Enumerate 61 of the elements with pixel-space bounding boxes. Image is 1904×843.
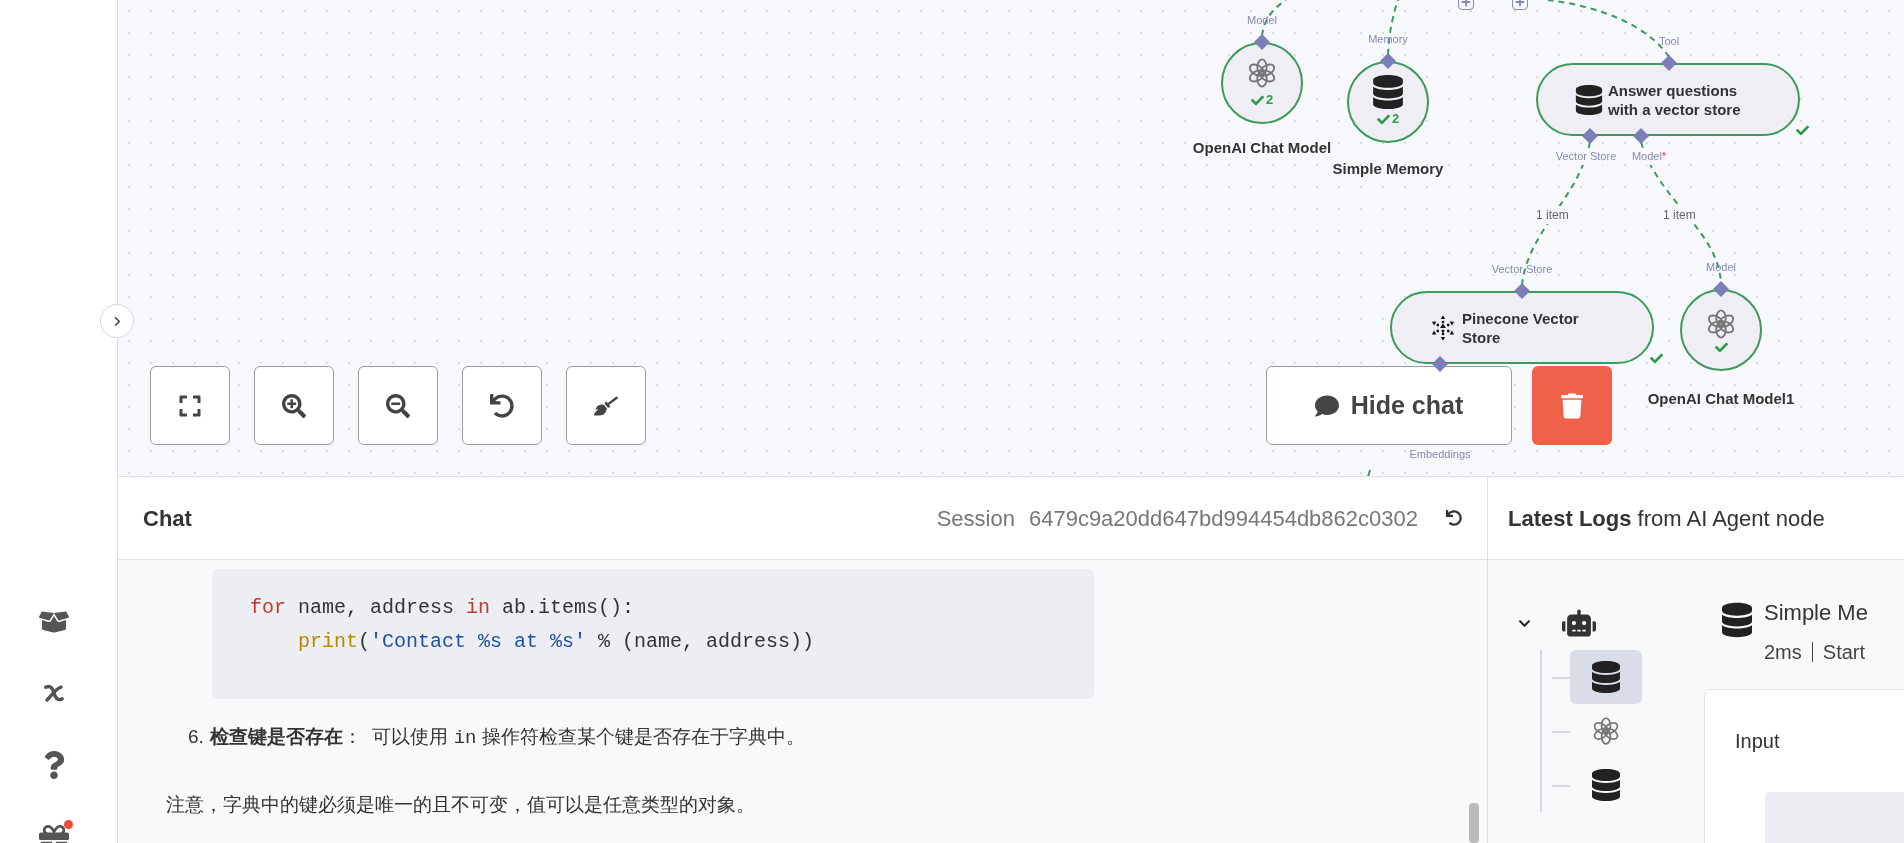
run-count: 2 (1391, 110, 1400, 129)
delete-button[interactable] (1532, 366, 1612, 445)
start-text: Start (1822, 640, 1866, 665)
note-text: 注意，字典中的键必须是唯一的且不可变，值可以是任意类型的对象。 (166, 792, 756, 817)
port-handle[interactable] (1514, 283, 1530, 299)
database-icon (1371, 75, 1405, 110)
port-label: Vector Store (1491, 262, 1553, 277)
port-handle[interactable] (1432, 356, 1448, 372)
log-entry[interactable] (1570, 650, 1642, 704)
edge-label: 1 item (1663, 206, 1696, 224)
port-label: Memory (1368, 32, 1408, 47)
database-icon (1574, 85, 1604, 115)
edge-label: 1 item (1536, 206, 1569, 224)
canvas-tool-button[interactable] (358, 366, 438, 445)
zoom-out-icon (386, 393, 410, 418)
scrollbar-thumb[interactable] (1469, 803, 1479, 843)
trash-icon (1561, 392, 1583, 419)
code-line: for name, address in ab.items(): (250, 595, 636, 621)
node-title: Pinecone Vector Store (1462, 308, 1580, 347)
port-handle[interactable] (1254, 34, 1270, 50)
canvas-tool-button[interactable] (462, 366, 542, 445)
refresh-icon[interactable] (1446, 510, 1462, 526)
box-icon[interactable] (38, 609, 69, 635)
port-handle[interactable] (1582, 128, 1598, 144)
port-label: Vector Store (1555, 148, 1617, 165)
log-node-name: Simple Me (1764, 599, 1868, 627)
hide-chat-button[interactable]: Hide chat (1266, 366, 1512, 445)
logs-title: Latest Logs from AI Agent node (1508, 504, 1825, 533)
session-label: Session (936, 504, 1015, 533)
port-label: Model (1247, 13, 1277, 28)
broom-icon (594, 393, 618, 418)
database-icon (1722, 602, 1752, 638)
fit-view-icon (178, 393, 202, 418)
database-icon (1592, 769, 1620, 801)
port-label: Model (1706, 260, 1736, 275)
robot-icon (1562, 608, 1596, 638)
session-id: 6479c9a20dd647bd994454db862c0302 (1028, 504, 1418, 533)
code-line: print('Contact %s at %s' % (name, address)) (297, 629, 816, 655)
list-text: 检查键是否存在： 可以使用 in 操作符检查某个键是否存在于字典中。 (209, 725, 805, 751)
run-count: 2 (1265, 91, 1274, 110)
port-handle[interactable] (1713, 281, 1729, 297)
port-handle[interactable] (1633, 128, 1649, 144)
node-title: Answer questions with a vector store (1608, 80, 1742, 119)
node-title: OpenAI Chat Model (1192, 138, 1332, 158)
canvas-tool-button[interactable] (254, 366, 334, 445)
zoom-in-icon (282, 393, 306, 418)
node-title: Simple Memory (1332, 159, 1444, 179)
connector-line (1367, 469, 1371, 476)
port-handle[interactable] (1380, 53, 1396, 69)
node-card[interactable]: Answer questions with a vector store (1536, 63, 1800, 136)
chat-title: Chat (143, 504, 192, 533)
section-title: Input (1735, 730, 1780, 752)
undo-icon (490, 393, 514, 418)
port-label: Tool (1658, 34, 1680, 49)
node-card[interactable]: Pinecone Vector Store (1390, 291, 1654, 364)
port-handle[interactable] (1661, 55, 1677, 71)
chat-bubble-icon (1314, 393, 1339, 418)
database-icon (1592, 661, 1620, 693)
duration-text: 2ms (1764, 640, 1802, 665)
list-number: 6. (188, 725, 204, 749)
node-title: OpenAI Chat Model1 (1647, 389, 1795, 409)
